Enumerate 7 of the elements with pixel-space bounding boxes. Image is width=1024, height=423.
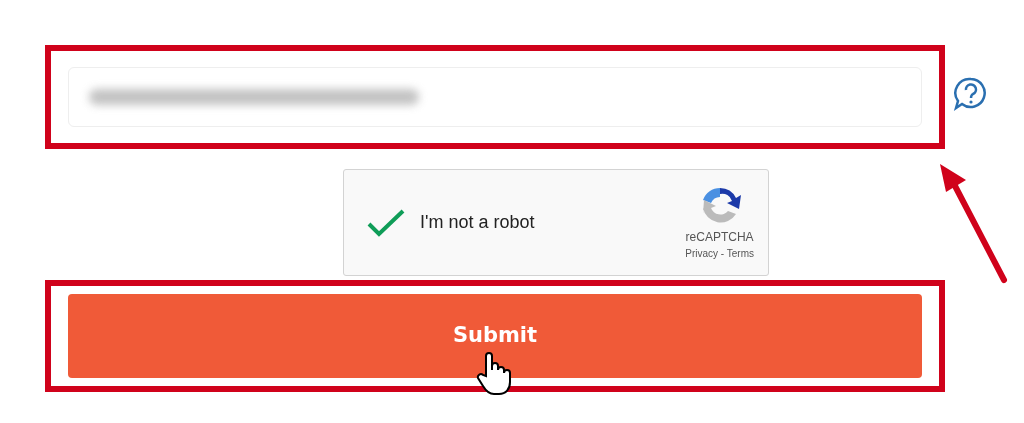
captcha-label: I'm not a robot <box>420 211 536 234</box>
link-separator: - <box>720 248 725 259</box>
email-field[interactable] <box>68 67 922 127</box>
help-icon[interactable] <box>953 76 989 112</box>
recaptcha-brand: reCAPTCHA <box>685 229 754 246</box>
privacy-link[interactable]: Privacy <box>685 248 719 259</box>
terms-link[interactable]: Terms <box>726 248 754 259</box>
